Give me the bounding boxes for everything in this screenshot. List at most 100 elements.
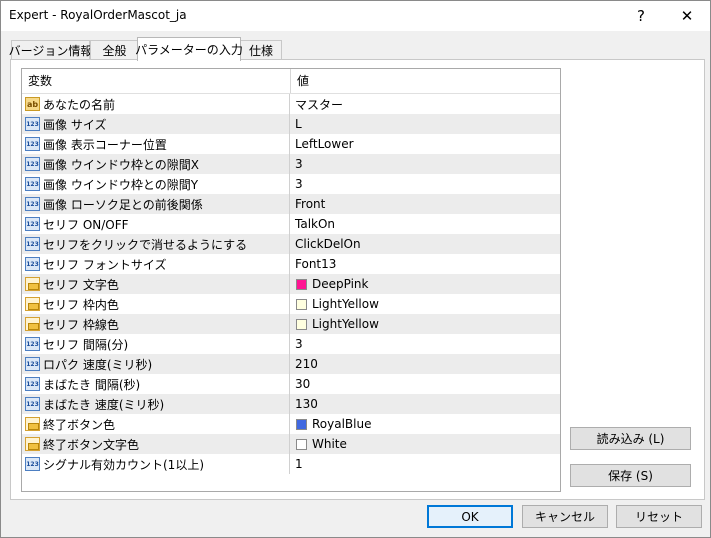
- parameter-value-cell[interactable]: LeftLower: [289, 134, 560, 154]
- parameter-name-cell: 123 セリフをクリックで消せるようにする: [22, 234, 289, 254]
- help-button[interactable]: ?: [618, 1, 664, 31]
- color-swatch: [296, 318, 307, 330]
- parameter-value: White: [312, 437, 347, 451]
- parameter-name: 終了ボタン色: [43, 417, 116, 432]
- color-type-icon: [25, 317, 40, 331]
- parameter-value: Font13: [295, 257, 337, 271]
- parameter-value-cell[interactable]: TalkOn: [289, 214, 560, 234]
- parameter-name-cell: 123 画像 サイズ: [22, 114, 289, 134]
- table-row[interactable]: 123 セリフ 間隔(分) 3: [22, 334, 560, 354]
- parameter-value: LightYellow: [312, 297, 379, 311]
- parameter-value-cell[interactable]: L: [289, 114, 560, 134]
- dialog-window: Expert - RoyalOrderMascot_ja ? ✕ バージョン情報…: [0, 0, 711, 538]
- parameter-value-cell[interactable]: 3: [289, 334, 560, 354]
- parameter-value: 3: [295, 157, 303, 171]
- parameter-name: 画像 表示コーナー位置: [43, 137, 167, 152]
- parameter-value: 130: [295, 397, 318, 411]
- numeric-type-icon: 123: [25, 237, 40, 251]
- parameter-value-cell[interactable]: 30: [289, 374, 560, 394]
- parameter-value-cell[interactable]: ClickDelOn: [289, 234, 560, 254]
- save-button[interactable]: 保存 (S): [570, 464, 691, 487]
- parameter-value-cell[interactable]: LightYellow: [289, 294, 560, 314]
- table-row[interactable]: 123 画像 ウインドウ枠との隙間X 3: [22, 154, 560, 174]
- table-row[interactable]: セリフ 枠内色 LightYellow: [22, 294, 560, 314]
- column-header-variable[interactable]: 変数: [22, 69, 291, 93]
- color-type-icon: [25, 277, 40, 291]
- table-row[interactable]: ab あなたの名前 マスター: [22, 94, 560, 114]
- numeric-type-icon: 123: [25, 357, 40, 371]
- tab-input-parameters[interactable]: パラメーターの入力: [135, 37, 243, 61]
- table-row[interactable]: 123 セリフ フォントサイズ Font13: [22, 254, 560, 274]
- table-row[interactable]: 123 画像 ローソク足との前後関係 Front: [22, 194, 560, 214]
- numeric-type-icon: 123: [25, 377, 40, 391]
- column-header-value[interactable]: 値: [291, 69, 557, 93]
- color-swatch: [296, 298, 307, 310]
- parameter-value: 3: [295, 337, 303, 351]
- parameter-name: まばたき 速度(ミリ秒): [43, 397, 165, 412]
- numeric-type-icon: 123: [25, 177, 40, 191]
- cancel-button[interactable]: キャンセル: [522, 505, 608, 528]
- table-row[interactable]: セリフ 文字色 DeepPink: [22, 274, 560, 294]
- parameter-value-cell[interactable]: White: [289, 434, 560, 454]
- ok-button[interactable]: OK: [427, 505, 513, 528]
- close-button[interactable]: ✕: [664, 1, 710, 31]
- parameter-value-cell[interactable]: 130: [289, 394, 560, 414]
- table-row[interactable]: セリフ 枠線色 LightYellow: [22, 314, 560, 334]
- parameter-name-cell: 123 画像 ローソク足との前後関係: [22, 194, 289, 214]
- tab-version-info[interactable]: バージョン情報: [9, 40, 92, 60]
- parameter-name: セリフ 枠内色: [43, 297, 119, 312]
- parameter-name-cell: 123 画像 ウインドウ枠との隙間Y: [22, 174, 289, 194]
- parameter-name: まばたき 間隔(秒): [43, 377, 141, 392]
- parameter-name: 画像 サイズ: [43, 117, 107, 132]
- parameter-value-cell[interactable]: マスター: [289, 94, 560, 114]
- parameter-value-cell[interactable]: RoyalBlue: [289, 414, 560, 434]
- parameter-value-cell[interactable]: DeepPink: [289, 274, 560, 294]
- parameter-value-cell[interactable]: 210: [289, 354, 560, 374]
- parameter-value-cell[interactable]: 1: [289, 454, 560, 474]
- color-type-icon: [25, 297, 40, 311]
- color-swatch: [296, 278, 307, 290]
- parameter-value-cell[interactable]: LightYellow: [289, 314, 560, 334]
- table-row[interactable]: 終了ボタン文字色 White: [22, 434, 560, 454]
- parameter-name-cell: 123 ロパク 速度(ミリ秒): [22, 354, 289, 374]
- window-title: Expert - RoyalOrderMascot_ja: [9, 8, 187, 22]
- parameter-name: 終了ボタン文字色: [43, 437, 140, 452]
- color-swatch: [296, 438, 307, 450]
- title-bar: Expert - RoyalOrderMascot_ja ? ✕: [1, 1, 710, 31]
- parameter-name: 画像 ウインドウ枠との隙間X: [43, 157, 199, 172]
- tab-specification[interactable]: 仕様: [240, 40, 282, 60]
- grid-header: 変数 値: [22, 69, 560, 94]
- parameter-value: RoyalBlue: [312, 417, 372, 431]
- parameter-name-cell: 終了ボタン文字色: [22, 434, 289, 454]
- parameter-name-cell: 123 まばたき 速度(ミリ秒): [22, 394, 289, 414]
- table-row[interactable]: 123 画像 サイズ L: [22, 114, 560, 134]
- color-type-icon: [25, 437, 40, 451]
- table-row[interactable]: 123 まばたき 間隔(秒) 30: [22, 374, 560, 394]
- table-row[interactable]: 123 ロパク 速度(ミリ秒) 210: [22, 354, 560, 374]
- parameter-name: シグナル有効カウント(1以上): [43, 457, 204, 472]
- tab-general[interactable]: 全般: [90, 40, 139, 60]
- parameter-value-cell[interactable]: 3: [289, 174, 560, 194]
- table-row[interactable]: 123 まばたき 速度(ミリ秒) 130: [22, 394, 560, 414]
- table-row[interactable]: 123 画像 表示コーナー位置 LeftLower: [22, 134, 560, 154]
- parameter-name-cell: セリフ 枠線色: [22, 314, 289, 334]
- numeric-type-icon: 123: [25, 457, 40, 471]
- parameter-value-cell[interactable]: Font13: [289, 254, 560, 274]
- parameter-name: 画像 ローソク足との前後関係: [43, 197, 203, 212]
- table-row[interactable]: 123 セリフ ON/OFF TalkOn: [22, 214, 560, 234]
- table-row[interactable]: 終了ボタン色 RoyalBlue: [22, 414, 560, 434]
- parameter-name-cell: 123 セリフ ON/OFF: [22, 214, 289, 234]
- table-row[interactable]: 123 画像 ウインドウ枠との隙間Y 3: [22, 174, 560, 194]
- numeric-type-icon: 123: [25, 197, 40, 211]
- parameter-value-cell[interactable]: 3: [289, 154, 560, 174]
- table-row[interactable]: 123 シグナル有効カウント(1以上) 1: [22, 454, 560, 474]
- parameter-value-cell[interactable]: Front: [289, 194, 560, 214]
- parameter-value: 3: [295, 177, 303, 191]
- load-button[interactable]: 読み込み (L): [570, 427, 691, 450]
- parameter-value: LeftLower: [295, 137, 354, 151]
- parameter-name-cell: セリフ 枠内色: [22, 294, 289, 314]
- table-row[interactable]: 123 セリフをクリックで消せるようにする ClickDelOn: [22, 234, 560, 254]
- parameter-name-cell: 123 セリフ フォントサイズ: [22, 254, 289, 274]
- numeric-type-icon: 123: [25, 217, 40, 231]
- reset-button[interactable]: リセット: [616, 505, 702, 528]
